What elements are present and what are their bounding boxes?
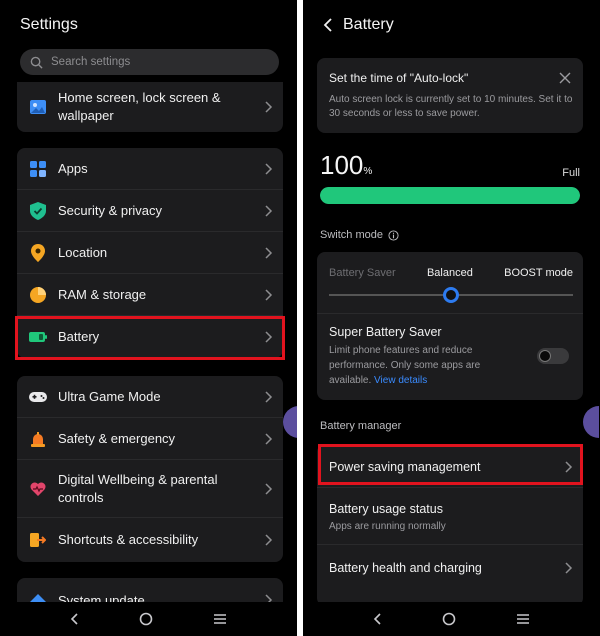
chevron-right-icon xyxy=(265,534,273,546)
mode-option-battery-saver[interactable]: Battery Saver xyxy=(329,267,396,279)
battery-level-bar xyxy=(320,187,580,204)
settings-item-label: Location xyxy=(58,244,108,260)
chevron-right-icon xyxy=(265,162,273,175)
settings-item-label: Safety & emergency xyxy=(58,430,176,446)
settings-group-display: Home screen, lock screen & wallpaper xyxy=(17,82,283,132)
notice-body: Auto screen lock is currently set to 10 … xyxy=(329,94,573,119)
settings-item-safety-emergency[interactable]: Safety & emergency xyxy=(17,418,283,460)
view-details-link[interactable]: View details xyxy=(374,375,427,386)
chevron-right-icon xyxy=(265,432,273,445)
floating-assistant-bubble[interactable] xyxy=(283,406,297,438)
battery-health-charging-row[interactable]: Battery health and charging xyxy=(317,545,583,589)
battery-status: Full xyxy=(562,167,580,179)
switch-mode-header: Switch mode xyxy=(320,229,399,241)
settings-item-location[interactable]: Location xyxy=(17,232,283,274)
settings-item-ram-storage[interactable]: RAM & storage xyxy=(17,274,283,316)
alarm-light-icon xyxy=(29,430,47,448)
location-pin-icon xyxy=(29,243,47,262)
shield-check-icon xyxy=(29,201,47,220)
mode-card: Battery Saver Balanced BOOST mode Super … xyxy=(317,252,583,400)
settings-item-home-screen[interactable]: Home screen, lock screen & wallpaper xyxy=(17,82,283,132)
chevron-right-icon xyxy=(265,101,273,113)
mode-slider-knob[interactable] xyxy=(443,287,459,303)
settings-item-ultra-game-mode[interactable]: Ultra Game Mode xyxy=(17,376,283,418)
mode-options: Battery Saver Balanced BOOST mode xyxy=(329,267,573,279)
nav-back-icon[interactable] xyxy=(70,612,80,626)
nav-menu-icon[interactable] xyxy=(213,613,227,625)
row-subtitle: Apps are running normally xyxy=(329,521,446,532)
page-title: Battery xyxy=(343,16,394,33)
settings-screen: Settings Search settings Home screen, lo… xyxy=(0,0,297,636)
battery-screen: Battery Set the time of "Auto-lock" Auto… xyxy=(303,0,600,636)
gamepad-icon xyxy=(29,388,47,406)
mode-option-boost[interactable]: BOOST mode xyxy=(504,267,573,279)
settings-item-label: Apps xyxy=(58,160,88,176)
settings-item-digital-wellbeing[interactable]: Digital Wellbeing & parental controls xyxy=(17,460,283,518)
heart-icon xyxy=(29,480,47,498)
info-icon[interactable] xyxy=(388,229,399,241)
battery-percent-unit: % xyxy=(363,166,373,177)
chevron-right-icon xyxy=(265,390,273,403)
search-input[interactable]: Search settings xyxy=(20,49,279,75)
settings-item-label: Shortcuts & accessibility xyxy=(58,532,199,547)
settings-item-security[interactable]: Security & privacy xyxy=(17,190,283,232)
apps-grid-icon xyxy=(29,160,47,178)
settings-item-apps[interactable]: Apps xyxy=(17,148,283,190)
chevron-right-icon xyxy=(265,246,273,259)
image-icon xyxy=(29,98,47,116)
settings-item-shortcuts-accessibility[interactable]: Shortcuts & accessibility xyxy=(17,518,283,562)
chevron-right-icon xyxy=(565,562,573,574)
settings-item-label: Home screen, lock screen & wallpaper xyxy=(58,90,221,123)
battery-level-fill xyxy=(320,187,580,204)
switch-mode-label: Switch mode xyxy=(320,229,383,241)
row-title: Battery usage status xyxy=(329,502,443,516)
auto-lock-notice-card[interactable]: Set the time of "Auto-lock" Auto screen … xyxy=(317,58,583,133)
battery-manager-header: Battery manager xyxy=(320,420,402,432)
super-saver-toggle[interactable] xyxy=(537,348,569,364)
battery-usage-status-row[interactable]: Battery usage status Apps are running no… xyxy=(317,488,583,545)
floating-assistant-bubble[interactable] xyxy=(583,406,599,438)
chevron-right-icon xyxy=(265,482,273,495)
settings-group-features: Ultra Game Mode Safety & emergency Digit… xyxy=(17,376,283,562)
close-icon[interactable] xyxy=(559,72,571,84)
pie-chart-icon xyxy=(29,286,47,304)
nav-home-icon[interactable] xyxy=(139,612,153,626)
system-nav-bar xyxy=(0,602,297,636)
settings-item-label: Security & privacy xyxy=(58,202,163,218)
chevron-right-icon xyxy=(265,204,273,217)
shortcut-icon xyxy=(29,531,47,549)
back-arrow-icon[interactable] xyxy=(321,17,335,33)
row-title: Battery health and charging xyxy=(329,561,482,575)
chevron-right-icon xyxy=(265,288,273,301)
nav-back-icon[interactable] xyxy=(373,612,383,626)
battery-percent-value: 100 xyxy=(320,150,364,180)
highlight-box-power-saving xyxy=(318,444,583,485)
mode-option-balanced[interactable]: Balanced xyxy=(427,267,473,279)
settings-item-label: Ultra Game Mode xyxy=(58,388,161,404)
nav-menu-icon[interactable] xyxy=(516,613,530,625)
battery-percent: 100% xyxy=(320,150,372,181)
super-saver-desc: Limit phone features and reduce performa… xyxy=(329,343,519,388)
system-nav-bar xyxy=(303,602,600,636)
notice-title: Set the time of "Auto-lock" xyxy=(329,71,469,85)
highlight-box-battery xyxy=(15,316,285,360)
search-icon xyxy=(30,56,43,69)
settings-item-label: RAM & storage xyxy=(58,286,147,302)
super-saver-title: Super Battery Saver xyxy=(329,325,442,339)
page-title: Settings xyxy=(20,16,78,33)
search-placeholder: Search settings xyxy=(51,56,131,68)
settings-item-label: Digital Wellbeing & parental controls xyxy=(58,471,218,505)
divider xyxy=(317,313,583,314)
nav-home-icon[interactable] xyxy=(442,612,456,626)
